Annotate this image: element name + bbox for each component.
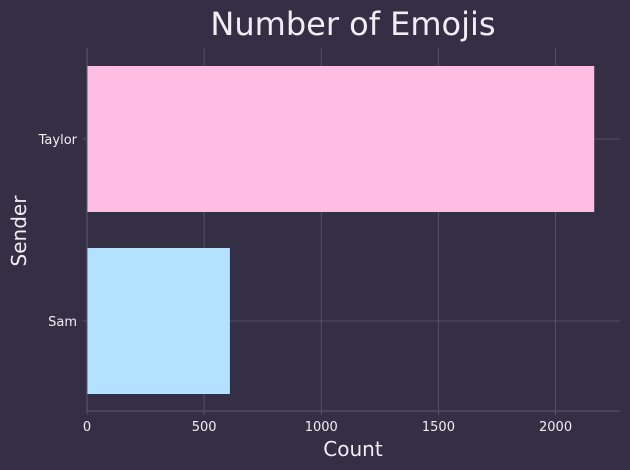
chart-container: 0 500 1000 1500 2000 Taylor Sam Number of Emo… (0, 0, 630, 470)
x-tick-label-0: 0 (83, 420, 91, 435)
x-tick-labels: 0 500 1000 1500 2000 (83, 411, 572, 435)
x-tick-label-1000: 1000 (305, 420, 338, 435)
bar-taylor (87, 66, 595, 212)
x-tick-label-500: 500 (192, 420, 217, 435)
x-axis-label: Count (323, 437, 383, 461)
y-tick-label-sam: Sam (48, 315, 77, 330)
x-tick-label-1500: 1500 (422, 420, 455, 435)
x-tick-label-2000: 2000 (539, 420, 572, 435)
y-tick-label-taylor: Taylor (38, 133, 78, 148)
y-axis-label: Sender (7, 195, 31, 267)
bar-sam (87, 248, 230, 394)
bars (87, 66, 595, 394)
chart-title: Number of Emojis (210, 5, 495, 43)
bar-chart: 0 500 1000 1500 2000 Taylor Sam Number of Emo… (7, 5, 620, 461)
y-tick-labels: Taylor Sam (38, 133, 87, 330)
